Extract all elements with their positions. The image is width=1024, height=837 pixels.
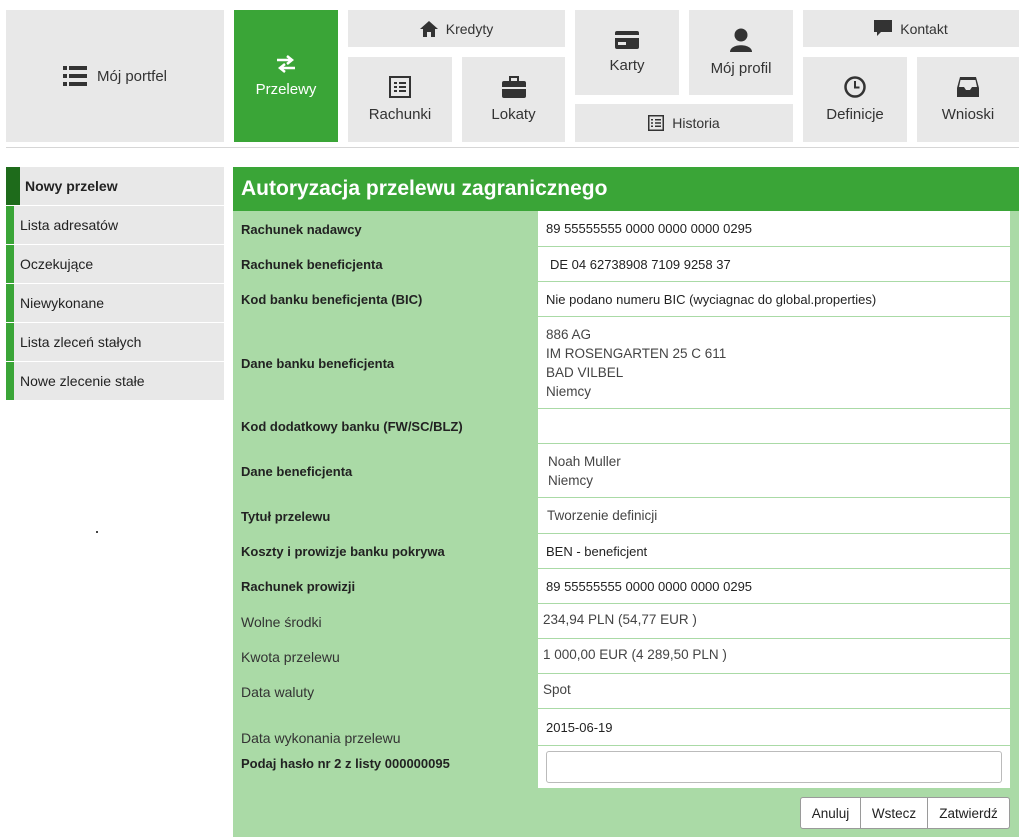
password-input[interactable] — [546, 751, 1002, 783]
row-wolne-srodki: Wolne środki 234,94 PLN (54,77 EUR ) — [233, 604, 1010, 639]
nav-wnioski[interactable]: Wnioski — [917, 57, 1019, 142]
confirm-button[interactable]: Zatwierdź — [928, 797, 1010, 829]
row-value: 2015-06-19 — [538, 709, 1010, 746]
bank-line: BAD VILBEL — [546, 364, 624, 380]
nav-kontakt[interactable]: Kontakt — [803, 10, 1019, 47]
nav-kredyty[interactable]: Kredyty — [348, 10, 565, 47]
row-label: Dane banku beneficjenta — [241, 355, 395, 371]
bank-line: 886 AG — [546, 326, 592, 342]
row-label: Kod dodatkowy banku (FW/SC/BLZ) — [241, 419, 463, 434]
beneficiary-line: Niemcy — [548, 472, 594, 488]
history-list-icon — [648, 115, 665, 131]
nav-wnioski-label: Wnioski — [941, 106, 995, 123]
sidebar: Nowy przelew Lista adresatów Oczekujące … — [6, 167, 224, 401]
nav-przelewy-label: Przelewy — [255, 80, 317, 98]
credit-card-icon — [615, 31, 639, 49]
nav-moj-portfel[interactable]: Mój portfel — [6, 10, 224, 142]
nav-definicje-label: Definicje — [826, 106, 884, 123]
row-value: 886 AG IM ROSENGARTEN 25 C 611 BAD VILBE… — [538, 317, 1010, 409]
row-label: Tytuł przelewu — [241, 508, 331, 524]
home-icon — [419, 20, 438, 37]
bank-line: Niemcy — [546, 383, 592, 399]
row-value: 234,94 PLN (54,77 EUR ) — [538, 604, 1010, 639]
page-title: Autoryzacja przelewu zagranicznego — [233, 167, 1019, 211]
row-koszty: Koszty i prowizje banku pokrywa BEN - be… — [233, 534, 1010, 569]
row-value: Spot — [538, 674, 1010, 709]
chat-bubble-icon — [874, 20, 893, 36]
nav-karty[interactable]: Karty — [575, 10, 679, 95]
nav-przelewy[interactable]: Przelewy — [234, 10, 338, 142]
transfer-authorization-panel: Autoryzacja przelewu zagranicznego Rachu… — [233, 167, 1019, 837]
row-label: Rachunek beneficjenta — [241, 257, 383, 272]
row-dane-beneficjenta: Dane beneficjenta Noah Muller Niemcy — [233, 444, 1010, 498]
action-button-group: Anuluj Wstecz Zatwierdź — [800, 797, 1010, 829]
row-value: 89 55555555 0000 0000 0000 0295 — [538, 569, 1010, 604]
row-data-waluty: Data waluty Spot — [233, 674, 1010, 709]
nav-rachunki-label: Rachunki — [368, 106, 432, 123]
inbox-icon — [957, 77, 979, 97]
row-rachunek-prowizji: Rachunek prowizji 89 55555555 0000 0000 … — [233, 569, 1010, 604]
briefcase-icon — [501, 76, 526, 98]
row-kod-banku-bic: Kod banku beneficjenta (BIC) Nie podano … — [233, 282, 1010, 317]
nav-historia[interactable]: Historia — [575, 104, 793, 142]
beneficiary-line: Noah Muller — [548, 453, 621, 469]
row-tytul-przelewu: Tytuł przelewu Tworzenie definicji — [233, 498, 1010, 534]
row-label: Koszty i prowizje banku pokrywa — [241, 544, 445, 559]
row-kwota-przelewu: Kwota przelewu 1 000,00 EUR (4 289,50 PL… — [233, 639, 1010, 674]
row-label: Data wykonania przelewu — [241, 730, 401, 746]
sidebar-item-oczekujace[interactable]: Oczekujące — [6, 245, 224, 283]
bank-line: IM ROSENGARTEN 25 C 611 — [546, 345, 727, 361]
row-label: Data waluty — [241, 683, 315, 700]
row-value: DE 04 62738908 7109 9258 37 — [538, 247, 1010, 282]
row-label: Rachunek nadawcy — [241, 221, 362, 237]
nav-kontakt-label: Kontakt — [900, 20, 948, 37]
nav-historia-label: Historia — [672, 115, 720, 131]
row-value: 89 55555555 0000 0000 0000 0295 — [538, 211, 1010, 247]
row-value — [538, 746, 1010, 789]
row-rachunek-beneficjenta: Rachunek beneficjenta DE 04 62738908 710… — [233, 247, 1010, 282]
row-label: Rachunek prowizji — [241, 579, 356, 594]
nav-moj-profil[interactable]: Mój profil — [689, 10, 793, 95]
row-label: Kwota przelewu — [241, 648, 340, 665]
user-icon — [730, 28, 752, 52]
cancel-button[interactable]: Anuluj — [800, 797, 861, 829]
row-value: Noah Muller Niemcy — [538, 444, 1010, 498]
list-icon — [62, 66, 87, 86]
nav-definicje[interactable]: Definicje — [803, 57, 907, 142]
sidebar-item-nowy-przelew[interactable]: Nowy przelew — [6, 167, 224, 205]
sidebar-item-niewykonane[interactable]: Niewykonane — [6, 284, 224, 322]
ledger-icon — [389, 76, 411, 98]
nav-lokaty-label: Lokaty — [491, 106, 536, 123]
row-kod-dodatkowy: Kod dodatkowy banku (FW/SC/BLZ) — [233, 409, 1010, 444]
row-value: Tworzenie definicji — [538, 498, 1010, 534]
nav-moj-profil-label: Mój profil — [710, 60, 772, 77]
sidebar-item-lista-zlecen-stalych[interactable]: Lista zleceń stałych — [6, 323, 224, 361]
nav-kredyty-label: Kredyty — [445, 20, 494, 37]
nav-moj-portfel-label: Mój portfel — [96, 67, 168, 85]
stray-dot — [96, 531, 98, 533]
row-podaj-haslo: Podaj hasło nr 2 z listy 000000095 — [233, 746, 1010, 789]
row-label: Dane beneficjenta — [241, 463, 353, 479]
transfer-arrows-icon — [277, 54, 295, 73]
sidebar-item-nowe-zlecenie-stale[interactable]: Nowe zlecenie stałe — [6, 362, 224, 400]
sidebar-item-lista-adresatow[interactable]: Lista adresatów — [6, 206, 224, 244]
row-label: Wolne środki — [241, 613, 322, 630]
back-button[interactable]: Wstecz — [861, 797, 928, 829]
row-dane-banku: Dane banku beneficjenta 886 AG IM ROSENG… — [233, 317, 1010, 409]
nav-rachunki[interactable]: Rachunki — [348, 57, 452, 142]
row-value: 1 000,00 EUR (4 289,50 PLN ) — [538, 639, 1010, 674]
nav-divider — [6, 147, 1019, 148]
row-value: BEN - beneficjent — [538, 534, 1010, 569]
row-label: Kod banku beneficjenta (BIC) — [241, 292, 423, 307]
row-value: Nie podano numeru BIC (wyciagnac do glob… — [538, 282, 1010, 317]
row-data-wykonania: Data wykonania przelewu 2015-06-19 — [233, 709, 1010, 746]
clock-icon — [844, 76, 866, 98]
row-label: Podaj hasło nr 2 z listy 000000095 — [241, 756, 450, 771]
nav-lokaty[interactable]: Lokaty — [462, 57, 565, 142]
row-rachunek-nadawcy: Rachunek nadawcy 89 55555555 0000 0000 0… — [233, 211, 1010, 247]
row-value — [538, 409, 1010, 444]
nav-karty-label: Karty — [609, 57, 645, 74]
